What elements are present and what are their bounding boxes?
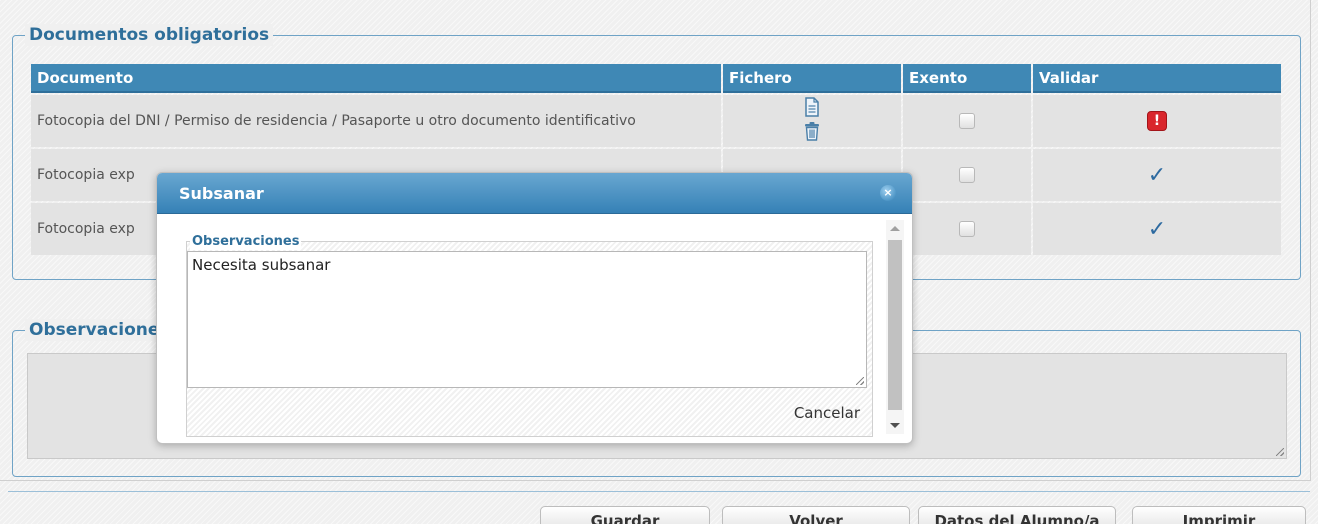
observaciones-fieldset: Observaciones Necesita subsanar Cancelar [186, 234, 873, 437]
document-name: Fotocopia del DNI / Permiso de residenci… [31, 95, 721, 147]
guardar-button[interactable]: Guardar [540, 506, 710, 524]
checkmark-icon[interactable]: ✓ [1148, 217, 1166, 242]
dialog-titlebar[interactable]: Subsanar × [157, 173, 912, 214]
textarea-value: Necesita subsanar [192, 256, 331, 274]
datos-alumno-button[interactable]: Datos del Alumno/a [918, 506, 1116, 524]
close-icon[interactable]: × [880, 185, 896, 201]
exento-checkbox[interactable] [959, 221, 975, 237]
footer-divider [8, 491, 1310, 492]
imprimir-button[interactable]: Imprimir [1132, 506, 1306, 524]
validar-cell: ! [1033, 95, 1281, 147]
fieldset-legend: Observaciones [190, 234, 302, 250]
file-actions [723, 95, 901, 147]
trash-icon[interactable] [803, 121, 821, 145]
column-header-fichero: Fichero [723, 64, 901, 93]
subsanar-dialog: Subsanar × Observaciones Necesita subsan… [156, 172, 913, 444]
column-header-exento: Exento [903, 64, 1031, 93]
checkmark-icon[interactable]: ✓ [1148, 163, 1166, 188]
scroll-up-arrow-icon[interactable] [890, 226, 900, 231]
scroll-down-arrow-icon[interactable] [890, 423, 900, 428]
validar-cell: ✓ [1033, 149, 1281, 201]
scroll-thumb[interactable] [888, 240, 902, 410]
resize-grip-icon[interactable] [1276, 448, 1284, 456]
resize-grip-icon[interactable] [856, 377, 864, 385]
exento-checkbox[interactable] [959, 113, 975, 129]
dialog-title: Subsanar [179, 184, 264, 203]
observaciones-input[interactable]: Necesita subsanar [187, 251, 867, 388]
dialog-scrollbar[interactable] [886, 220, 904, 434]
table-row: Fotocopia del DNI / Permiso de residenci… [31, 95, 1281, 147]
exclamation-icon[interactable]: ! [1147, 111, 1167, 131]
exento-cell [903, 203, 1031, 255]
cancel-button[interactable]: Cancelar [794, 404, 860, 422]
document-icon[interactable] [804, 97, 820, 121]
section-legend: Documentos obligatorios [25, 24, 274, 46]
table-header-row: Documento Fichero Exento Validar [31, 64, 1281, 93]
section-legend: Observacione [25, 319, 164, 341]
exento-cell [903, 149, 1031, 201]
column-header-documento: Documento [31, 64, 721, 93]
validar-cell: ✓ [1033, 203, 1281, 255]
exento-cell [903, 95, 1031, 147]
dialog-body: Observaciones Necesita subsanar Cancelar [157, 214, 912, 443]
exento-checkbox[interactable] [959, 167, 975, 183]
column-header-validar: Validar [1033, 64, 1281, 93]
volver-button[interactable]: Volver [722, 506, 910, 524]
